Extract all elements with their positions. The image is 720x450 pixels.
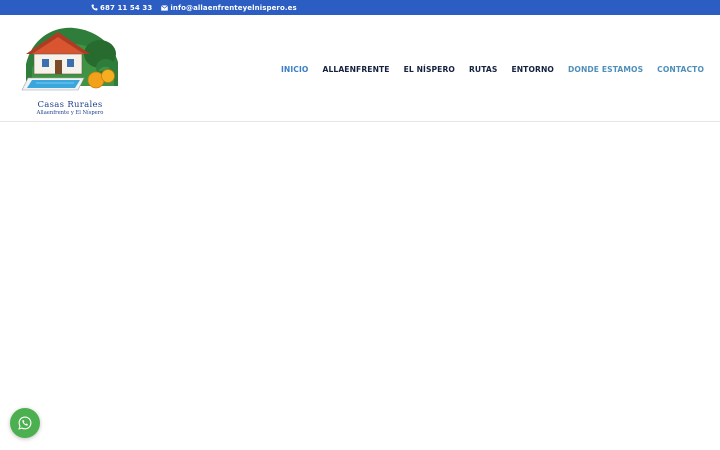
nav-item-allaenfrente[interactable]: ALLAENFRENTE [322,65,389,74]
email-link[interactable]: info@allaenfrenteyelnispero.es [161,3,297,12]
logo-title: Casas Rurales [37,100,103,110]
site-header: Casas Rurales Allaenfrente y El Níspero … [0,15,720,122]
logo-emblem [21,27,118,91]
envelope-icon [161,4,169,11]
nav-item-entorno[interactable]: ENTORNO [511,65,554,74]
email-address: info@allaenfrenteyelnispero.es [170,3,297,12]
whatsapp-button[interactable] [10,408,40,438]
site-logo[interactable]: Casas Rurales Allaenfrente y El Níspero [18,24,122,116]
nav-item-el-nispero[interactable]: EL NÍSPERO [404,65,455,74]
phone-number: 687 11 54 33 [100,3,153,12]
logo-subtitle: Allaenfrente y El Níspero [36,110,104,116]
hero-section [0,123,720,450]
nav-item-inicio[interactable]: INICIO [281,65,308,74]
nav-item-donde-estamos[interactable]: DONDE ESTAMOS [568,65,643,74]
phone-link[interactable]: 687 11 54 33 [91,4,152,12]
nav-item-rutas[interactable]: RUTAS [469,65,497,74]
main-navigation: INICIO ALLAENFRENTE EL NÍSPERO RUTAS ENT… [281,65,704,74]
nav-item-contacto[interactable]: CONTACTO [657,65,704,74]
top-contact-bar: 687 11 54 33 info@allaenfrenteyelnispero… [0,0,720,15]
phone-icon [91,4,98,11]
whatsapp-icon [18,416,32,430]
